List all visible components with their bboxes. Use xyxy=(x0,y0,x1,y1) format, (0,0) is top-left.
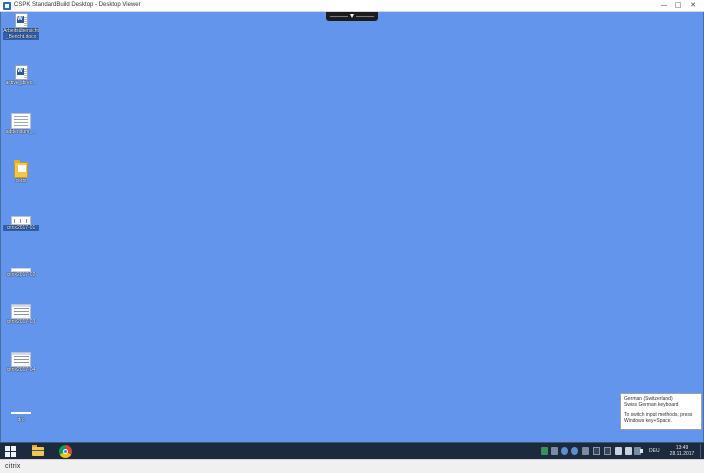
desktop-icon-label: Arbeitsübersicht_Bericht.docx xyxy=(3,28,39,40)
taskbar-file-explorer[interactable] xyxy=(29,444,47,458)
tray-volume-icon[interactable] xyxy=(640,447,646,455)
folder-icon xyxy=(32,447,44,456)
show-desktop-button[interactable] xyxy=(700,444,701,458)
remote-desktop[interactable]: W Arbeitsübersicht_Bericht.docx W active… xyxy=(0,12,704,442)
word-document-icon: W xyxy=(14,13,28,28)
grip-dots-icon xyxy=(356,15,374,18)
citrix-toolbar-handle[interactable] xyxy=(326,12,378,21)
image-file-icon xyxy=(11,304,31,319)
spreadsheet-file-icon xyxy=(11,113,31,129)
desktop-icon-certs-folder[interactable]: certs xyxy=(3,160,39,184)
tray-sync-icon[interactable] xyxy=(571,447,578,455)
image-file-icon xyxy=(11,216,31,225)
desktop-icon-citrix2017-02[interactable]: citrix2017-02 xyxy=(3,268,39,278)
tray-network-icon[interactable] xyxy=(604,447,611,455)
desktop-icon-citrix2017-04[interactable]: citrix2017-04 xyxy=(3,352,39,373)
tray-update-icon[interactable] xyxy=(561,447,568,455)
image-file-icon xyxy=(11,412,31,414)
word-document-icon: W xyxy=(14,65,28,80)
input-method-tooltip: German (Switzerland) Swiss German keyboa… xyxy=(620,393,702,430)
desktop-icon-word-doc-2[interactable]: W active_direc... xyxy=(3,65,39,86)
desktop-icon-label: citrix2017-03 xyxy=(6,319,36,325)
taskbar-chrome[interactable] xyxy=(57,444,75,458)
desktop-icon-label: addendum_... xyxy=(5,129,37,135)
tray-monitor-icon[interactable] xyxy=(593,447,600,455)
folder-icon xyxy=(14,160,28,178)
image-file-icon xyxy=(11,352,31,367)
window-titlebar[interactable]: CSPK StandardBuild Desktop - Desktop Vie… xyxy=(0,0,704,12)
viewer-app-icon xyxy=(3,2,11,10)
tray-app-icon[interactable] xyxy=(541,447,548,455)
grip-dots-icon xyxy=(330,15,348,18)
viewer-statusbar: citrix xyxy=(0,459,704,473)
desktop-icon-drc[interactable]: drc xyxy=(3,412,39,423)
windows-start-icon[interactable] xyxy=(5,446,16,457)
clock-date: 28.11.2017 xyxy=(669,451,695,457)
desktop-icon-label: active_direc... xyxy=(5,80,37,86)
desktop-icon-label: citrix2017-02 xyxy=(6,272,36,278)
taskbar-clock[interactable]: 13:49 28.11.2017 xyxy=(667,445,697,457)
desktop-icon-word-doc-1[interactable]: W Arbeitsübersicht_Bericht.docx xyxy=(3,13,39,40)
window-title: CSPK StandardBuild Desktop - Desktop Vie… xyxy=(14,2,141,8)
desktop-icon-label: citrix2017-04 xyxy=(6,367,36,373)
maximize-button[interactable]: □ xyxy=(672,1,684,10)
desktop-icon-label: citrix2017-01 xyxy=(3,225,39,231)
taskbar: DEU 13:49 28.11.2017 xyxy=(0,442,704,459)
tray-app-icon[interactable] xyxy=(551,447,558,455)
citrix-logo: citrix xyxy=(5,463,21,470)
chevron-down-icon xyxy=(350,14,354,18)
image-file-icon xyxy=(11,268,31,272)
desktop-icon-label: drc xyxy=(17,417,25,423)
ime-hint-line-2: Windows key+Space. xyxy=(624,418,672,424)
desktop-icon-addendum[interactable]: addendum_... xyxy=(3,113,39,135)
desktop-icon-label: certs xyxy=(15,178,27,184)
input-language-indicator[interactable]: DEU xyxy=(649,448,660,454)
close-button[interactable]: ✕ xyxy=(687,1,699,10)
tray-flag-icon[interactable] xyxy=(615,447,622,455)
tray-display-icon[interactable] xyxy=(625,447,632,455)
desktop-icon-citrix2017-03[interactable]: citrix2017-03 xyxy=(3,304,39,325)
tray-citrix-icon[interactable] xyxy=(582,447,589,455)
minimize-button[interactable]: — xyxy=(658,1,670,10)
desktop-icon-citrix2017-01[interactable]: citrix2017-01 xyxy=(3,216,39,231)
